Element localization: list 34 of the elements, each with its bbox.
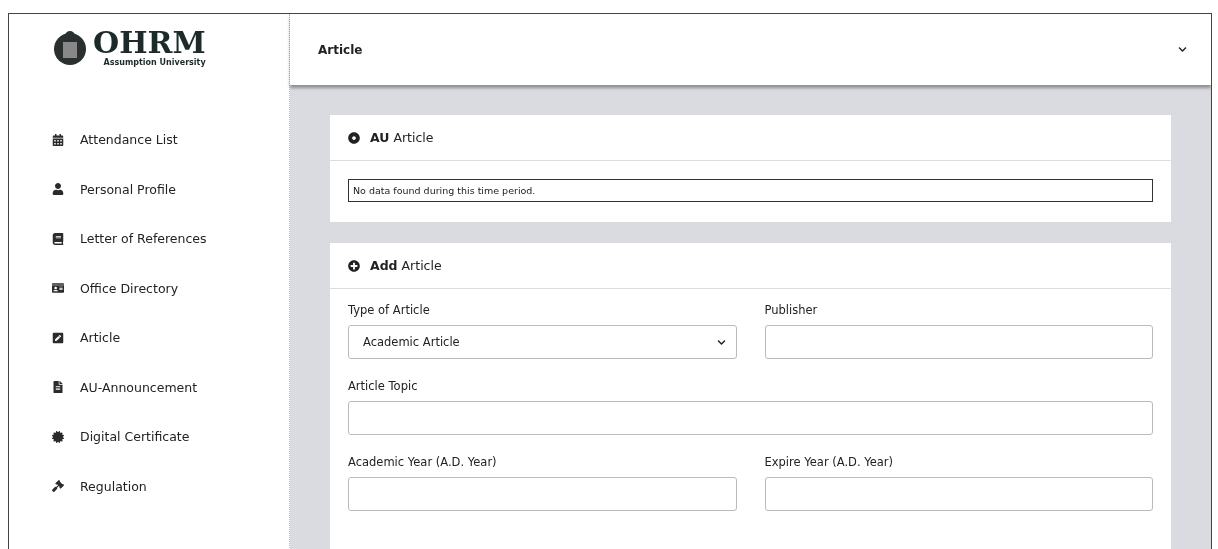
sidebar-item[interactable]: Personal Profile [9, 164, 289, 214]
edit-icon [52, 331, 64, 344]
field-label: Publisher [764, 303, 819, 317]
sidebar-item[interactable]: Article [9, 313, 289, 363]
input-field[interactable] [348, 401, 1153, 435]
file-icon [52, 381, 64, 394]
select-field[interactable]: Academic Article [348, 325, 737, 359]
sidebar-item[interactable]: Letter of References [9, 214, 289, 264]
card-title: AU Article [370, 130, 434, 145]
input-field[interactable] [348, 477, 737, 511]
logo-title: OHRM [93, 28, 206, 58]
input-field[interactable] [764, 477, 1153, 511]
sidebar-item[interactable]: Attendance List [9, 115, 289, 165]
sidebar-item[interactable]: Regulation [9, 461, 289, 511]
field-label: Academic Year (A.D. Year) [348, 455, 498, 469]
book-icon [52, 232, 64, 245]
field-label: Expire Year (A.D. Year) [764, 455, 895, 469]
chevron-down-icon[interactable] [1178, 45, 1187, 54]
input-field[interactable] [764, 325, 1153, 359]
chevron-down-icon [716, 337, 726, 347]
id-card-icon [52, 282, 64, 295]
certificate-icon [52, 430, 64, 443]
page-title: Article [318, 42, 363, 57]
sidebar-item[interactable]: Office Directory [9, 263, 289, 313]
card-title: Add Article [370, 258, 442, 273]
empty-message: No data found during this time period. [348, 179, 1153, 202]
sidebar-item[interactable]: Digital Certificate [9, 412, 289, 462]
gavel-icon [52, 480, 64, 493]
logo-subtitle: Assumption University [103, 58, 206, 67]
field-label: Article Topic [348, 379, 419, 393]
field-label: Type of Article [348, 303, 431, 317]
user-icon [52, 183, 64, 196]
calendar-icon [52, 133, 64, 146]
sidebar-item[interactable]: AU-Announcement [9, 362, 289, 412]
